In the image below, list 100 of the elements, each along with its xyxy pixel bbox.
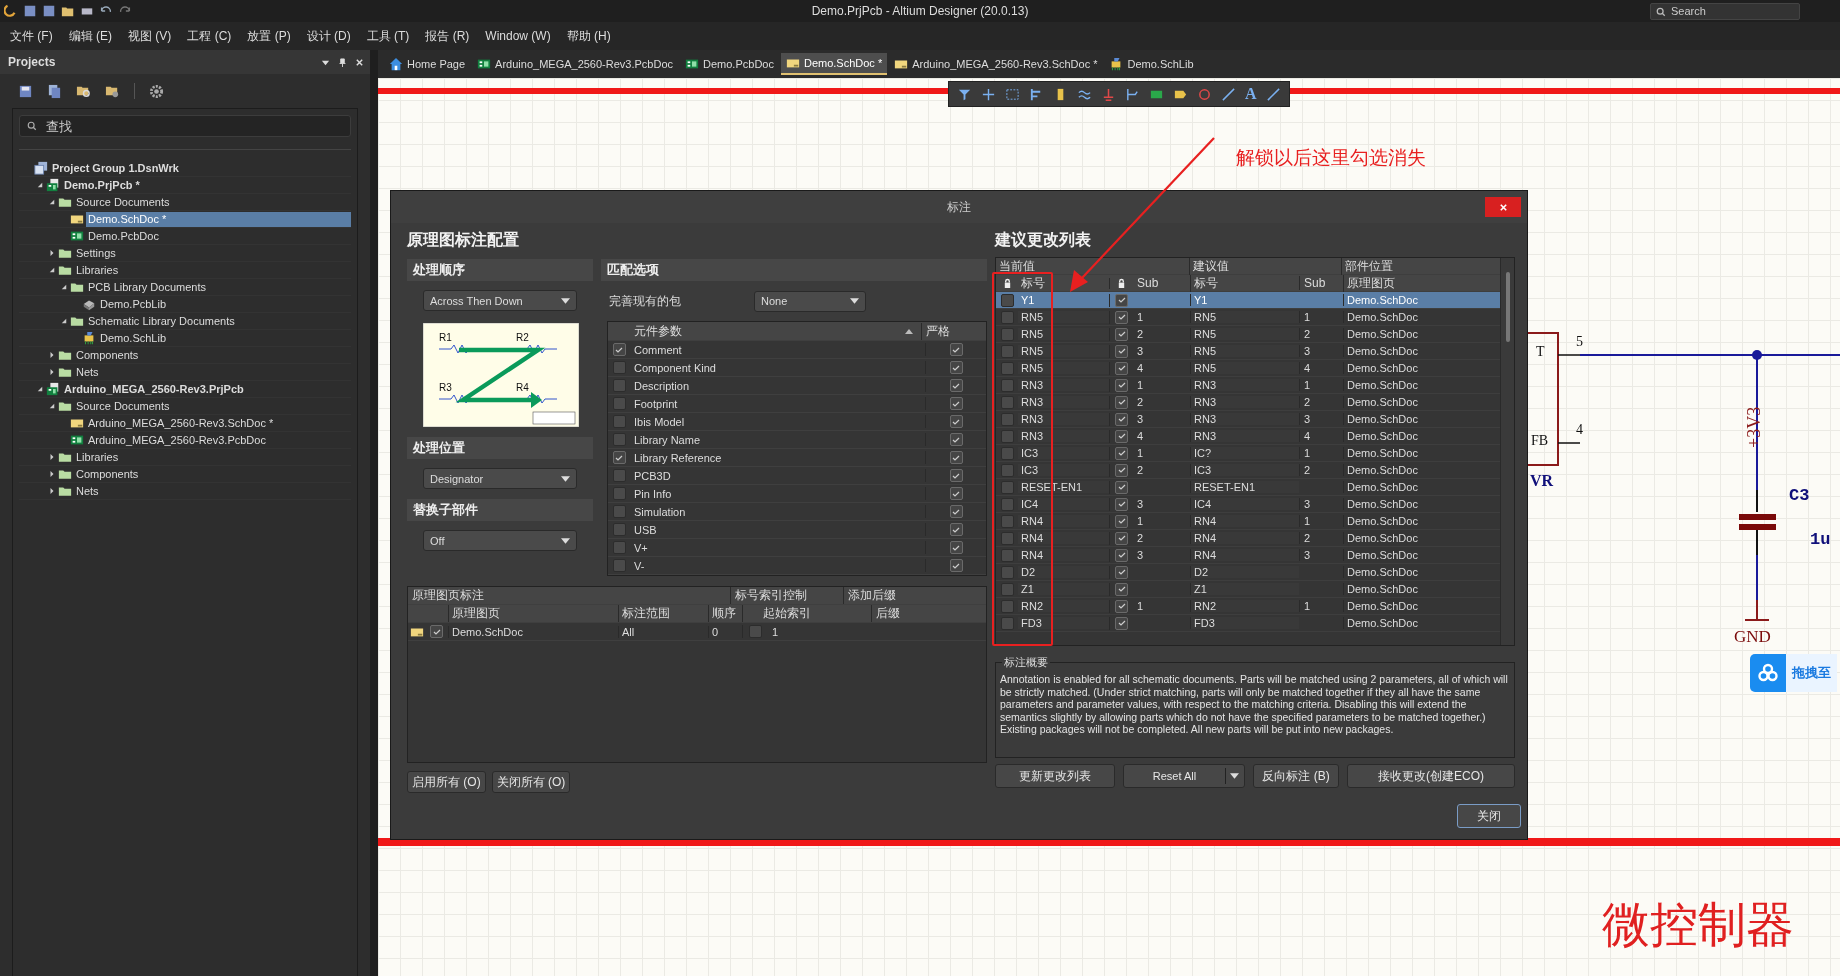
checkbox[interactable]	[949, 487, 963, 500]
document-tab[interactable]: Arduino_MEGA_2560-Rev3.PcbDoc	[472, 54, 679, 74]
table-row[interactable]: IC4 3 IC4 3 Demo.SchDoc	[996, 496, 1500, 513]
tree-item[interactable]: Demo.PcbDoc	[86, 228, 351, 244]
search-field[interactable]: Search	[1650, 2, 1800, 20]
checkbox[interactable]	[1115, 497, 1128, 511]
checkbox[interactable]	[1000, 446, 1014, 460]
column-header[interactable]: 标注范围	[618, 605, 708, 622]
save-all-icon[interactable]	[42, 4, 56, 18]
menu-item[interactable]: 报告 (R)	[425, 27, 470, 45]
tree-item[interactable]: Components	[74, 347, 351, 363]
column-header[interactable]: 元件参数	[630, 322, 682, 340]
checkbox[interactable]	[1000, 463, 1014, 477]
tree-item[interactable]: Arduino_MEGA_2560-Rev3.SchDoc *	[86, 415, 351, 431]
menu-item[interactable]: 编辑 (E)	[68, 27, 112, 45]
menu-item[interactable]: 放置 (P)	[247, 27, 291, 45]
collapse-icon[interactable]	[48, 199, 55, 205]
checkbox[interactable]	[1115, 480, 1128, 494]
tree-item[interactable]: Nets	[74, 364, 351, 380]
menu-item[interactable]: Window (W)	[485, 29, 551, 43]
document-tab[interactable]: Demo.SchDoc *	[780, 53, 888, 75]
tree-item[interactable]: Demo.PrjPcb *	[62, 177, 351, 193]
checkbox[interactable]	[1000, 599, 1014, 613]
close-button[interactable]	[1485, 197, 1521, 217]
app-icon[interactable]	[4, 4, 18, 18]
table-row[interactable]: Y1 Y1 Demo.SchDoc	[996, 292, 1500, 309]
menu-item[interactable]: 文件 (F)	[10, 27, 53, 45]
checkbox[interactable]	[612, 361, 626, 374]
checkbox[interactable]	[949, 505, 963, 518]
checkbox[interactable]	[612, 451, 626, 464]
expand-icon[interactable]	[48, 352, 55, 358]
column-header[interactable]: 严格	[921, 322, 986, 340]
checkbox[interactable]	[949, 361, 963, 374]
table-row[interactable]: RN5 3 RN5 3 Demo.SchDoc	[996, 343, 1500, 360]
checkbox[interactable]	[1115, 531, 1128, 545]
tree-item[interactable]: Demo.SchLib	[98, 330, 351, 346]
column-header[interactable]: 后缀	[871, 605, 986, 622]
checkbox[interactable]	[1115, 344, 1128, 358]
checkbox[interactable]	[612, 505, 626, 518]
location-dropdown[interactable]: Designator	[423, 468, 577, 489]
checkbox[interactable]	[949, 541, 963, 554]
table-row[interactable]: RN5 4 RN5 4 Demo.SchDoc	[996, 360, 1500, 377]
checkbox[interactable]	[1115, 514, 1128, 528]
checkbox[interactable]	[1115, 599, 1128, 613]
tree-item[interactable]: Demo.SchDoc *	[86, 211, 351, 227]
checkbox[interactable]	[430, 625, 443, 638]
checkbox[interactable]	[1115, 548, 1128, 562]
checkbox[interactable]	[949, 433, 963, 446]
tree-item[interactable]: Source Documents	[74, 398, 351, 414]
line-icon[interactable]	[1265, 86, 1281, 102]
upload-button[interactable]: 拖拽至	[1750, 654, 1837, 692]
checkbox[interactable]	[612, 415, 626, 428]
settings-icon[interactable]	[149, 83, 164, 99]
tree-item[interactable]: Demo.PcbLib	[98, 296, 351, 312]
checkbox[interactable]	[612, 541, 626, 554]
table-row[interactable]: FD3 FD3 Demo.SchDoc	[996, 615, 1500, 632]
documents-icon[interactable]	[47, 83, 62, 99]
table-row[interactable]: RN5 1 RN5 1 Demo.SchDoc	[996, 309, 1500, 326]
checkbox[interactable]	[612, 487, 626, 500]
checkbox[interactable]	[1000, 548, 1014, 562]
checkbox[interactable]	[1115, 429, 1128, 443]
expand-icon[interactable]	[48, 488, 55, 494]
scrollbar[interactable]	[1500, 258, 1514, 645]
expand-icon[interactable]	[48, 369, 55, 375]
table-row[interactable]: RN3 3 RN3 3 Demo.SchDoc	[996, 411, 1500, 428]
checkbox[interactable]	[949, 469, 963, 482]
document-tab[interactable]: Demo.SchLib	[1104, 54, 1199, 74]
checkbox[interactable]	[1000, 429, 1014, 443]
document-tab[interactable]: Home Page	[384, 54, 471, 74]
dialog-button[interactable]: 反向标注 (B)	[1253, 764, 1339, 788]
checkbox[interactable]	[1000, 412, 1014, 426]
checkbox[interactable]	[1000, 310, 1014, 324]
checkbox[interactable]	[1000, 531, 1014, 545]
table-row[interactable]: RN2 1 RN2 1 Demo.SchDoc	[996, 598, 1500, 615]
table-row[interactable]: RN3 4 RN3 4 Demo.SchDoc	[996, 428, 1500, 445]
text-tool[interactable]: A	[1245, 85, 1257, 103]
table-row[interactable]: RN3 2 RN3 2 Demo.SchDoc	[996, 394, 1500, 411]
collapse-icon[interactable]	[36, 386, 43, 392]
checkbox[interactable]	[949, 397, 963, 410]
tree-item[interactable]: Arduino_MEGA_2560-Rev3.PcbDoc	[86, 432, 351, 448]
dialog-button[interactable]: 关闭所有 (O)	[491, 771, 571, 793]
menu-item[interactable]: 工程 (C)	[187, 27, 232, 45]
checkbox[interactable]	[1000, 514, 1014, 528]
expand-icon[interactable]	[48, 471, 55, 477]
collapse-icon[interactable]	[48, 403, 55, 409]
checkbox[interactable]	[1000, 616, 1014, 630]
document-tab[interactable]: Demo.PcbDoc	[680, 54, 779, 74]
column-header[interactable]: 顺序	[708, 605, 742, 622]
checkbox[interactable]	[612, 343, 626, 356]
column-header[interactable]: 标号	[1018, 274, 1109, 292]
checkbox[interactable]	[1000, 361, 1014, 375]
checkbox[interactable]	[1115, 395, 1128, 409]
menu-item[interactable]: 帮助 (H)	[566, 27, 611, 45]
tree-item[interactable]: PCB Library Documents	[86, 279, 351, 295]
checkbox[interactable]	[749, 625, 762, 638]
tree-item[interactable]: Nets	[74, 483, 351, 499]
checkbox[interactable]	[949, 343, 963, 356]
table-row[interactable]: IC3 2 IC3 2 Demo.SchDoc	[996, 462, 1500, 479]
expand-icon[interactable]	[48, 250, 55, 256]
checkbox[interactable]	[949, 451, 963, 464]
